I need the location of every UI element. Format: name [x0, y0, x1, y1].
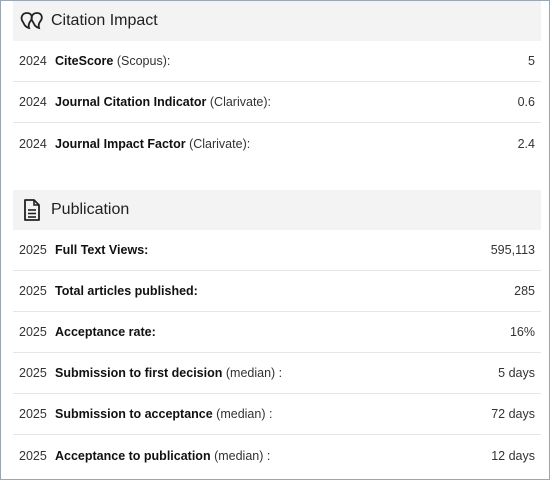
- metric-value: 285: [514, 284, 535, 298]
- metric-year: 2025: [19, 407, 47, 421]
- metric-label: Journal Citation Indicator (Clarivate):: [55, 95, 272, 109]
- citation-impact-header: Citation Impact: [13, 1, 541, 41]
- metric-year: 2025: [19, 448, 47, 463]
- section-title: Publication: [51, 201, 130, 218]
- document-icon: [19, 197, 45, 223]
- publication-header: Publication: [13, 190, 541, 230]
- metric-row: 2025 Submission to first decision (media…: [13, 353, 541, 394]
- metric-value: 72 days: [491, 407, 535, 421]
- quote-bubble-icon: [19, 8, 45, 34]
- metric-value: 16%: [509, 325, 535, 339]
- metric-label: CiteScore (Scopus):: [55, 54, 171, 68]
- metric-row: 2024 Journal Impact Factor (Clarivate): …: [13, 123, 541, 164]
- publication-section: Publication 2025 Full Text Views: 595,11…: [13, 190, 541, 476]
- metric-value: 0.6: [517, 95, 535, 109]
- metric-label: Acceptance rate:: [55, 325, 156, 339]
- metric-year: 2024: [19, 95, 47, 109]
- metric-row: 2024 CiteScore (Scopus): 5: [13, 41, 541, 82]
- metrics-panel: Citation Impact 2024 CiteScore (Scopus):…: [0, 0, 550, 480]
- metric-year: 2025: [19, 284, 47, 298]
- metric-row: 2025 Full Text Views: 595,113: [13, 230, 541, 271]
- metric-value: 595,113: [490, 243, 535, 257]
- metric-year: 2025: [19, 366, 47, 380]
- metric-label: Total articles published:: [55, 284, 198, 298]
- metric-year: 2024: [19, 136, 47, 151]
- metric-row: 2025 Submission to acceptance (median) :…: [13, 394, 541, 435]
- metric-row: 2025 Acceptance rate: 16%: [13, 312, 541, 353]
- metric-value: 12 days: [491, 448, 535, 463]
- metric-year: 2025: [19, 325, 47, 339]
- metric-value: 5: [528, 54, 535, 68]
- metric-row: 2025 Total articles published: 285: [13, 271, 541, 312]
- metric-value: 5 days: [498, 366, 535, 380]
- metric-label: Submission to acceptance (median) :: [55, 407, 273, 421]
- citation-impact-section: Citation Impact 2024 CiteScore (Scopus):…: [13, 1, 541, 164]
- metric-row: 2024 Journal Citation Indicator (Clariva…: [13, 82, 541, 123]
- metric-row: 2025 Acceptance to publication (median) …: [13, 435, 541, 476]
- metric-label: Acceptance to publication (median) :: [55, 448, 271, 463]
- metric-label: Full Text Views:: [55, 243, 149, 257]
- metric-year: 2024: [19, 54, 47, 68]
- metric-label: Submission to first decision (median) :: [55, 366, 283, 380]
- metric-label: Journal Impact Factor (Clarivate):: [55, 136, 251, 151]
- metric-year: 2025: [19, 243, 47, 257]
- metric-value: 2.4: [517, 136, 535, 151]
- section-title: Citation Impact: [51, 12, 158, 29]
